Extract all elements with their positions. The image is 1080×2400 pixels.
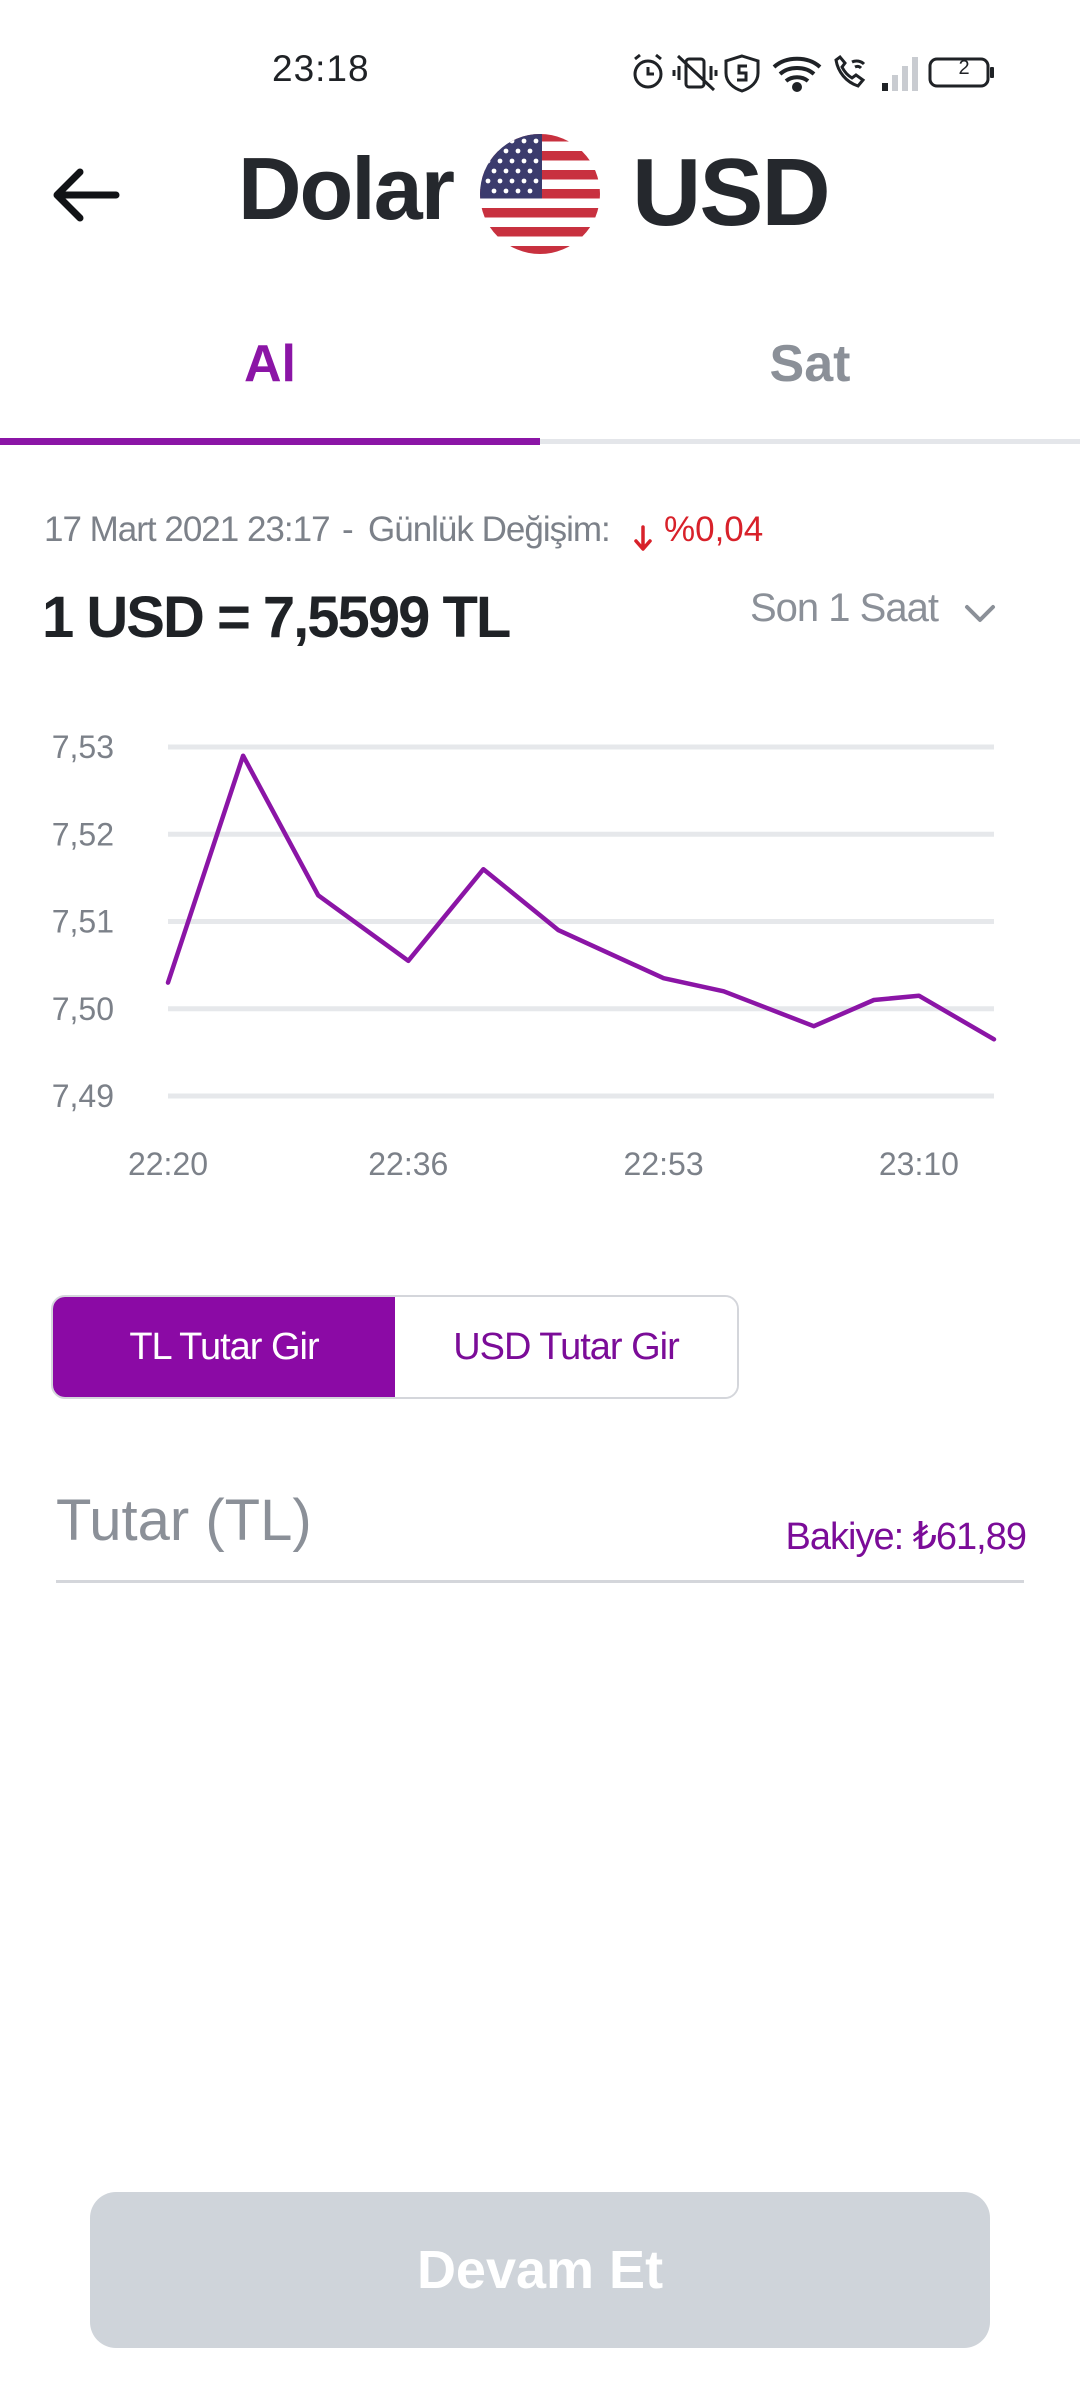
- amount-underline: [56, 1580, 1024, 1583]
- arrow-down-icon: [634, 525, 652, 551]
- alarm-icon: [633, 53, 663, 89]
- amount-input[interactable]: [56, 1480, 696, 1560]
- y-tick-label: 7,51: [52, 904, 114, 940]
- shield-icon: [724, 54, 760, 93]
- wifi-icon: [772, 56, 822, 92]
- currency-name: Dolar: [238, 139, 455, 238]
- rate-chart: 7,53 7,52 7,51 7,50 7,49 22:20 22:36 22:53 23:10: [52, 729, 997, 1182]
- y-tick-label: 7,52: [52, 816, 114, 852]
- us-flag-icon: [480, 134, 600, 254]
- tl-amount-option[interactable]: TL Tutar Gir: [53, 1297, 395, 1397]
- x-tick-label: 22:53: [624, 1146, 704, 1182]
- y-tick-label: 7,49: [52, 1078, 114, 1114]
- rate-separator: -: [342, 510, 354, 549]
- amount-mode-toggle: TL Tutar Gir USD Tutar Gir: [51, 1295, 739, 1399]
- balance-label: Bakiye: ₺61,89: [785, 1516, 1027, 1558]
- exchange-rate: 1 USD = 7,5599 TL: [42, 585, 511, 650]
- arrow-left-icon: [53, 168, 120, 222]
- daily-change-value: %0,04: [664, 510, 764, 549]
- usd-amount-option[interactable]: USD Tutar Gir: [395, 1297, 737, 1397]
- period-dropdown[interactable]: Son 1 Saat: [740, 580, 1010, 650]
- tab-active-indicator: [0, 438, 540, 445]
- currency-code: USD: [632, 139, 831, 246]
- tab-sell[interactable]: Sat: [540, 300, 1080, 440]
- period-dropdown-label: Son 1 Saat: [750, 586, 939, 630]
- chevron-down-icon: [965, 605, 995, 622]
- continue-button[interactable]: Devam Et: [90, 2192, 990, 2348]
- vibrate-icon: [672, 54, 718, 92]
- x-tick-label: 23:10: [879, 1146, 959, 1182]
- x-tick-label: 22:20: [128, 1146, 208, 1182]
- status-time: 23:18: [272, 48, 370, 89]
- back-button[interactable]: [40, 150, 130, 240]
- battery-level: 2: [958, 57, 970, 79]
- rate-series-line: [165, 753, 997, 1042]
- wifi-calling-icon: [834, 54, 866, 88]
- x-tick-label: 22:36: [368, 1146, 448, 1182]
- tab-buy[interactable]: Al: [0, 300, 540, 440]
- y-tick-label: 7,50: [52, 991, 114, 1027]
- y-tick-label: 7,53: [52, 729, 114, 765]
- signal-icon: [882, 57, 918, 91]
- rate-timestamp: 17 Mart 2021 23:17: [44, 510, 331, 549]
- daily-change-label: Günlük Değişim:: [368, 510, 611, 549]
